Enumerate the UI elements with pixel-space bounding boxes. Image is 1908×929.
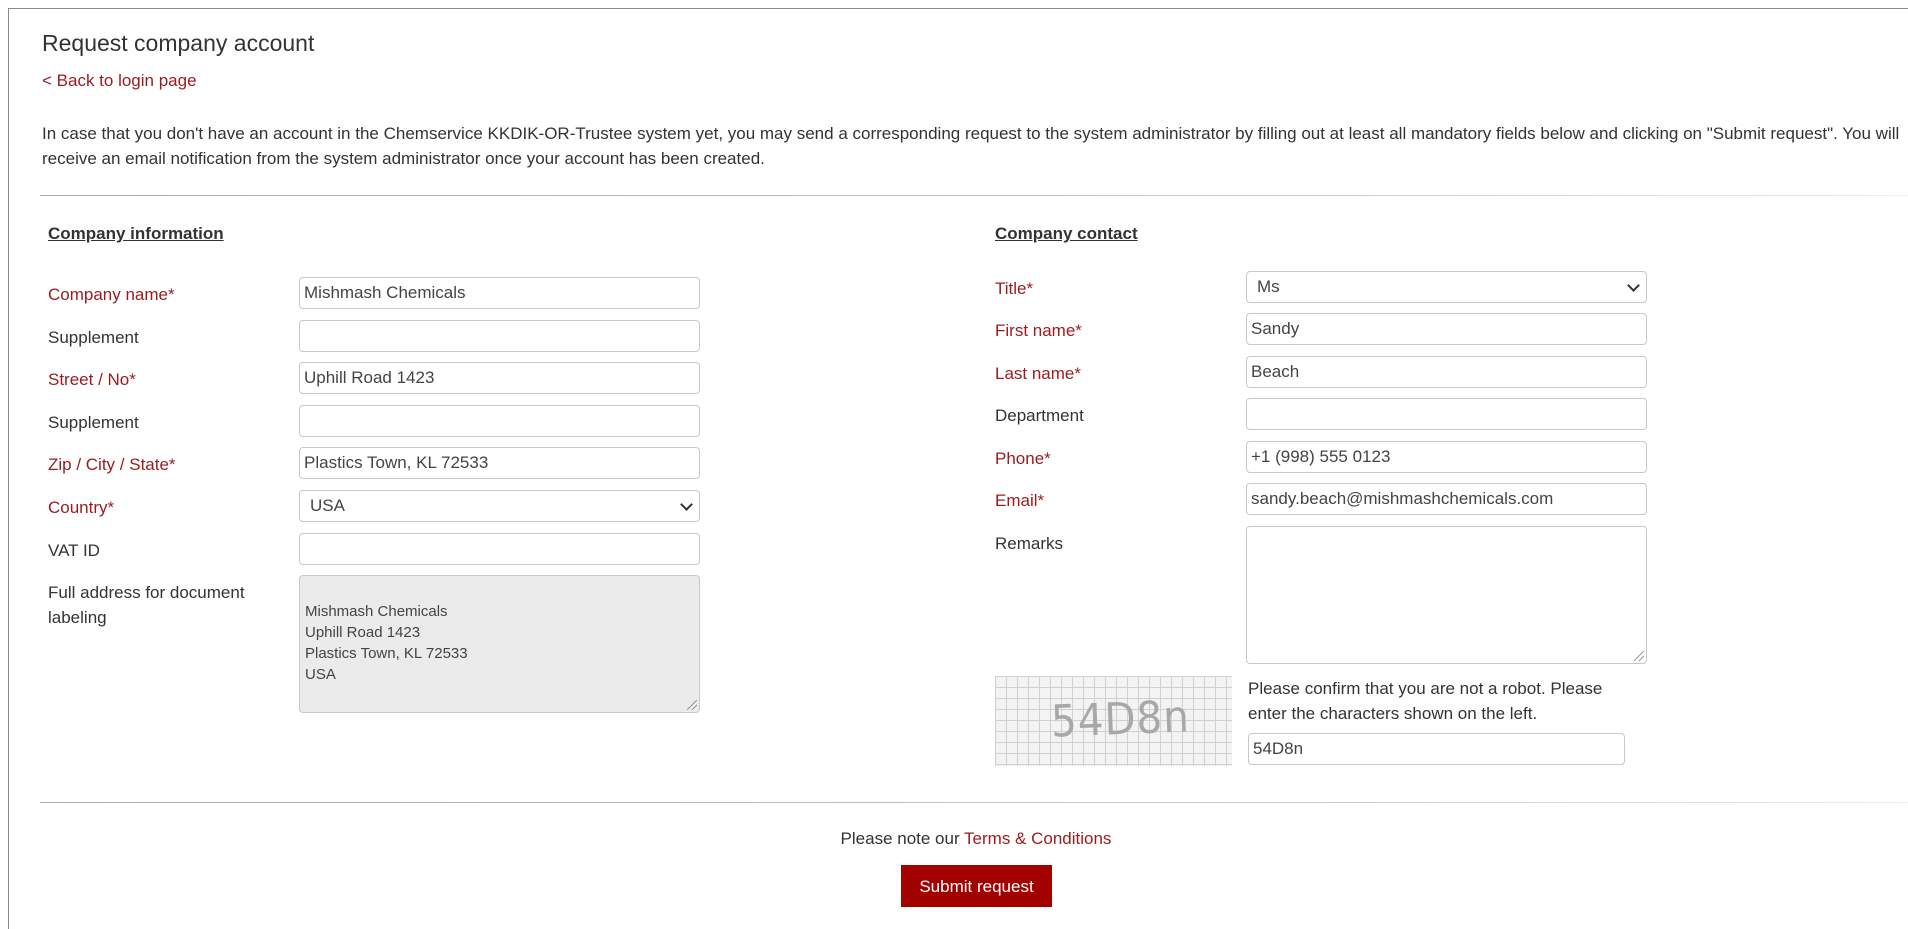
department-input[interactable]: [1246, 398, 1647, 430]
bottom-divider: [40, 802, 1908, 803]
full-address-textarea: Mishmash Chemicals Uphill Road 1423 Plas…: [299, 575, 700, 713]
country-select-value: USA: [310, 496, 345, 515]
company-information-heading: Company information: [48, 224, 224, 243]
top-divider: [40, 195, 1908, 196]
last-name-input[interactable]: Beach: [1246, 356, 1647, 388]
intro-text: In case that you don't have an account i…: [42, 124, 1900, 168]
vat-id-label: VAT ID: [48, 541, 100, 560]
last-name-label: Last name*: [995, 364, 1081, 383]
supplement-1-label: Supplement: [48, 328, 139, 347]
company-name-label: Company name*: [48, 285, 175, 304]
full-address-label: Full address for document labeling: [48, 583, 245, 627]
street-label: Street / No*: [48, 370, 136, 389]
company-contact-heading: Company contact: [995, 224, 1138, 243]
page-title: Request company account: [42, 30, 315, 56]
title-select[interactable]: Ms: [1246, 271, 1647, 303]
chevron-down-icon: [680, 498, 693, 511]
full-address-value: Mishmash Chemicals Uphill Road 1423 Plas…: [305, 603, 468, 683]
terms-and-conditions-link[interactable]: Terms & Conditions: [964, 829, 1111, 848]
email-label: Email*: [995, 491, 1045, 510]
supplement-2-label: Supplement: [48, 413, 139, 432]
remarks-textarea[interactable]: [1246, 526, 1647, 664]
street-input[interactable]: Uphill Road 1423: [299, 362, 700, 394]
captcha-image-text: 54D8n: [1050, 691, 1191, 748]
supplement-1-input[interactable]: [299, 320, 700, 352]
country-select[interactable]: USA: [299, 490, 700, 522]
country-label: Country*: [48, 498, 115, 517]
phone-label: Phone*: [995, 449, 1051, 468]
resize-grip-icon[interactable]: [1634, 651, 1644, 661]
resize-grip-icon[interactable]: [687, 700, 697, 710]
department-label: Department: [995, 406, 1084, 425]
title-label: Title*: [995, 279, 1034, 298]
remarks-label: Remarks: [995, 534, 1064, 553]
first-name-label: First name*: [995, 321, 1082, 340]
captcha-image: 54D8n: [995, 676, 1232, 766]
supplement-2-input[interactable]: [299, 405, 700, 437]
terms-note-prefix: Please note our: [840, 829, 965, 848]
email-input[interactable]: sandy.beach@mishmashchemicals.com: [1246, 483, 1647, 515]
zip-city-state-input[interactable]: Plastics Town, KL 72533: [299, 447, 700, 479]
zip-city-state-label: Zip / City / State*: [48, 455, 176, 474]
vat-id-input[interactable]: [299, 533, 700, 565]
captcha-hint: Please confirm that you are not a robot.…: [1248, 679, 1603, 723]
company-name-input[interactable]: Mishmash Chemicals: [299, 277, 700, 309]
terms-note: Please note our Terms & Conditions: [0, 829, 1908, 849]
back-to-login-link[interactable]: < Back to login page: [42, 71, 197, 91]
captcha-input[interactable]: 54D8n: [1248, 733, 1625, 765]
chevron-down-icon: [1627, 279, 1640, 292]
title-select-value: Ms: [1257, 277, 1280, 296]
phone-input[interactable]: +1 (998) 555 0123: [1246, 441, 1647, 473]
first-name-input[interactable]: Sandy: [1246, 313, 1647, 345]
submit-request-button[interactable]: Submit request: [901, 865, 1052, 907]
